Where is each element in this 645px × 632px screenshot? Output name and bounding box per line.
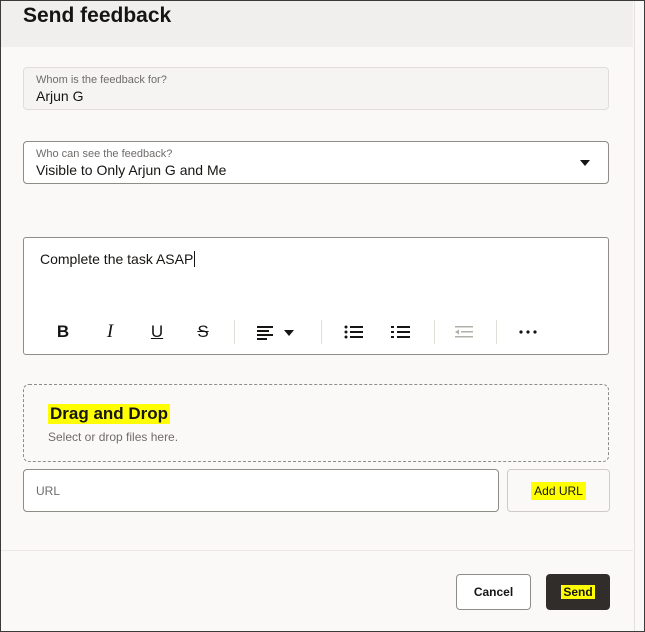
align-dropdown-button[interactable] [254, 320, 302, 344]
numbered-list-button[interactable] [389, 320, 413, 344]
url-placeholder: URL [36, 484, 61, 498]
underline-button[interactable]: U [146, 320, 168, 344]
visibility-value: Visible to Only Arjun G and Me [36, 162, 227, 178]
toolbar-divider [434, 320, 435, 344]
more-icon [519, 330, 537, 334]
outdent-button[interactable] [452, 320, 476, 344]
feedback-content: Complete the task ASAP [40, 251, 194, 267]
numbered-list-icon [391, 326, 410, 338]
text-cursor [194, 251, 196, 267]
bullet-list-button[interactable] [342, 320, 366, 344]
bold-button[interactable]: B [52, 320, 74, 344]
feedback-editor[interactable]: Complete the task ASAP B I U S [23, 237, 609, 355]
send-feedback-dialog: Send feedback Whom is the feedback for? … [0, 0, 645, 632]
feedback-text[interactable]: Complete the task ASAP [40, 251, 196, 267]
dropzone-title: Drag and Drop [48, 404, 171, 424]
url-input[interactable]: URL [23, 469, 499, 512]
toolbar-divider [496, 320, 497, 344]
add-url-label: Add URL [531, 481, 586, 500]
italic-button[interactable]: I [99, 320, 121, 344]
more-button[interactable] [516, 320, 540, 344]
dialog-title: Send feedback [23, 4, 172, 27]
toolbar-divider [234, 320, 235, 344]
dropzone-subtitle: Select or drop files here. [48, 430, 179, 444]
footer-divider [1, 550, 633, 551]
outdent-icon [455, 326, 473, 338]
dropdown-caret-icon[interactable] [580, 160, 590, 166]
strikethrough-button[interactable]: S [192, 320, 214, 344]
toolbar-divider [321, 320, 322, 344]
cancel-button[interactable]: Cancel [456, 574, 531, 610]
bullet-list-icon [344, 325, 363, 339]
dialog-header: Send feedback [1, 1, 633, 47]
recipient-value: Arjun G [36, 88, 84, 104]
scrollbar[interactable] [634, 1, 644, 631]
align-left-icon [257, 326, 294, 340]
visibility-label: Who can see the feedback? [36, 148, 173, 160]
file-dropzone[interactable]: Drag and Drop Select or drop files here. [23, 384, 609, 462]
visibility-select[interactable]: Who can see the feedback? Visible to Onl… [23, 141, 609, 184]
recipient-label: Whom is the feedback for? [36, 74, 167, 86]
send-button[interactable]: Send [546, 574, 610, 610]
add-url-button[interactable]: Add URL [507, 469, 610, 512]
recipient-field[interactable]: Whom is the feedback for? Arjun G [23, 67, 609, 110]
send-label: Send [561, 585, 595, 599]
